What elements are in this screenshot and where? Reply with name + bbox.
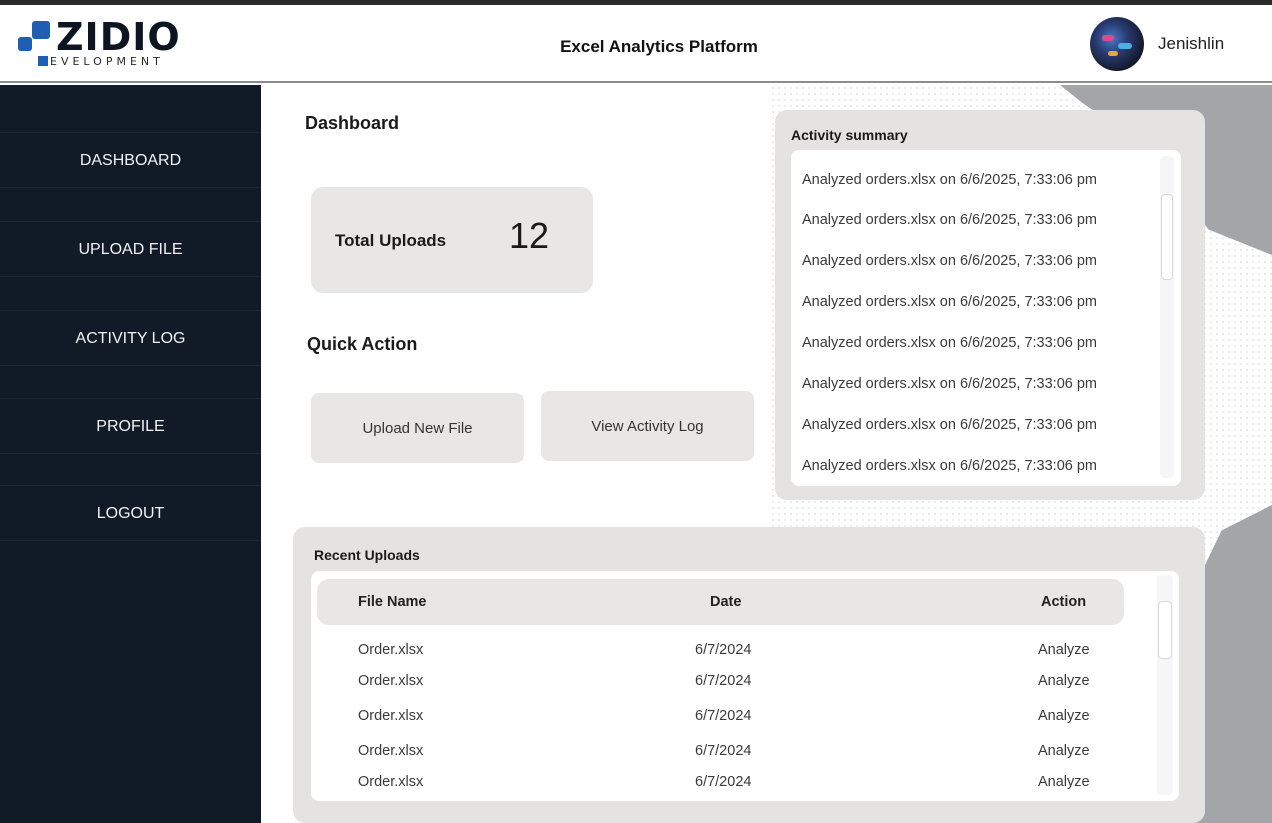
analyze-link[interactable]: Analyze: [1038, 774, 1090, 790]
quick-action-title: Quick Action: [307, 334, 418, 354]
table-cell-date: 6/7/2024: [695, 743, 752, 759]
total-uploads-value: 12: [509, 215, 550, 256]
list-item: Analyzed orders.xlsx on 6/6/2025, 7:33:0…: [802, 417, 1098, 433]
list-item: Analyzed orders.xlsx on 6/6/2025, 7:33:0…: [802, 458, 1098, 474]
activity-summary-panel: Activity summary Analyzed orders.xlsx on…: [775, 110, 1205, 500]
table-cell-file: Order.xlsx: [358, 642, 424, 658]
list-item: Analyzed orders.xlsx on 6/6/2025, 7:33:0…: [802, 172, 1098, 188]
sidebar-item-profile[interactable]: PROFILE: [0, 398, 261, 454]
table-cell-file: Order.xlsx: [358, 673, 424, 689]
table-cell-file: Order.xlsx: [358, 708, 424, 724]
table-cell-date: 6/7/2024: [695, 642, 752, 658]
recent-uploads-title: Recent Uploads: [314, 547, 420, 563]
analyze-link[interactable]: Analyze: [1038, 708, 1090, 724]
uploads-scrollbar-thumb[interactable]: [1158, 601, 1172, 659]
list-item: Analyzed orders.xlsx on 6/6/2025, 7:33:0…: [802, 376, 1098, 392]
username[interactable]: Jenishlin: [1158, 34, 1224, 54]
app-title: Excel Analytics Platform: [560, 37, 758, 56]
sidebar-item-activity-log[interactable]: ACTIVITY LOG: [0, 310, 261, 366]
column-header-action: Action: [1041, 594, 1087, 610]
sidebar-item-dashboard[interactable]: DASHBOARD: [0, 132, 261, 188]
list-item: Analyzed orders.xlsx on 6/6/2025, 7:33:0…: [802, 212, 1098, 228]
table-header: File Name Date Action: [317, 579, 1124, 625]
list-item: Analyzed orders.xlsx on 6/6/2025, 7:33:0…: [802, 294, 1098, 310]
table-cell-date: 6/7/2024: [695, 708, 752, 724]
table-cell-file: Order.xlsx: [358, 743, 424, 759]
recent-uploads-panel: Recent Uploads File Name Date Action Ord…: [293, 527, 1205, 823]
sidebar-item-logout[interactable]: LOGOUT: [0, 485, 261, 541]
column-header-file-name: File Name: [358, 594, 427, 610]
analyze-link[interactable]: Analyze: [1038, 743, 1090, 759]
upload-new-file-button[interactable]: Upload New File: [311, 393, 524, 463]
header: ZIDIO EVELOPMENT Excel Analytics Platfor…: [0, 5, 1272, 83]
activity-scrollbar-thumb[interactable]: [1161, 194, 1173, 280]
analyze-link[interactable]: Analyze: [1038, 673, 1090, 689]
column-header-date: Date: [710, 594, 742, 610]
activity-scrollbar[interactable]: [1160, 156, 1174, 478]
uploads-scrollbar[interactable]: [1157, 575, 1173, 795]
app-window: ZIDIO EVELOPMENT Excel Analytics Platfor…: [0, 5, 1272, 823]
activity-list: Analyzed orders.xlsx on 6/6/2025, 7:33:0…: [791, 150, 1181, 486]
recent-uploads-table: File Name Date Action Order.xlsx 6/7/202…: [311, 571, 1179, 801]
table-cell-date: 6/7/2024: [695, 673, 752, 689]
logo-subtext: EVELOPMENT: [38, 56, 164, 68]
logo-d-icon: [38, 56, 48, 66]
table-cell-file: Order.xlsx: [358, 774, 424, 790]
sidebar-item-upload-file[interactable]: UPLOAD FILE: [0, 221, 261, 277]
view-activity-log-button[interactable]: View Activity Log: [541, 391, 754, 461]
avatar[interactable]: [1090, 17, 1144, 71]
total-uploads-card: Total Uploads 12: [311, 187, 593, 293]
activity-summary-title: Activity summary: [791, 127, 908, 143]
total-uploads-label: Total Uploads: [335, 231, 447, 250]
analyze-link[interactable]: Analyze: [1038, 642, 1090, 658]
list-item: Analyzed orders.xlsx on 6/6/2025, 7:33:0…: [802, 253, 1098, 269]
page-title: Dashboard: [305, 113, 400, 133]
list-item: Analyzed orders.xlsx on 6/6/2025, 7:33:0…: [802, 335, 1098, 351]
table-cell-date: 6/7/2024: [695, 774, 752, 790]
sidebar: DASHBOARD UPLOAD FILE ACTIVITY LOG PROFI…: [0, 85, 261, 823]
